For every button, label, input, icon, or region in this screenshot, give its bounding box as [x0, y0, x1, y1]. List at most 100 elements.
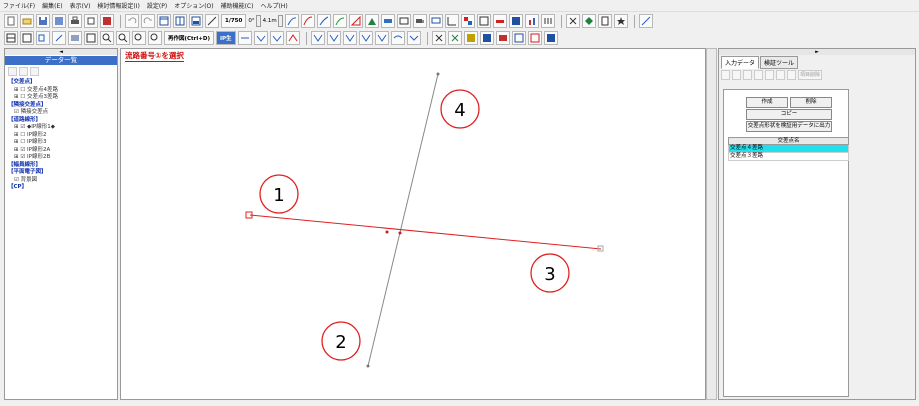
redraw-button[interactable]: 再作図(Ctrl+D): [164, 31, 214, 45]
draw-arc-red-icon[interactable]: [300, 14, 315, 28]
print-icon[interactable]: [68, 14, 82, 28]
draw-arc-green-icon[interactable]: [332, 14, 347, 28]
menu-item-7[interactable]: ヘルプ(H): [260, 1, 287, 10]
delete-button[interactable]: 削除: [790, 97, 832, 108]
split-view-icon[interactable]: [173, 14, 187, 28]
intersection-point[interactable]: [385, 230, 389, 234]
alignment-1-icon[interactable]: [310, 31, 325, 45]
tree-item[interactable]: ⊞ ☑ ◆IP線形1◆: [8, 124, 116, 132]
vehicle-icon[interactable]: [380, 14, 395, 28]
close-x-icon[interactable]: [565, 14, 580, 28]
marker-3[interactable]: 3: [530, 253, 570, 293]
menu-item-4[interactable]: 設定(P): [147, 1, 167, 10]
alignment-5-icon[interactable]: [374, 31, 389, 45]
color-icon[interactable]: [460, 14, 475, 28]
alignment-2-icon[interactable]: [326, 31, 341, 45]
diamond-icon[interactable]: [581, 14, 596, 28]
alignment-4-icon[interactable]: [358, 31, 373, 45]
table-icon[interactable]: [479, 31, 494, 45]
curve-tool-3-icon[interactable]: [285, 31, 300, 45]
bus-icon[interactable]: [428, 14, 443, 28]
print-preview-icon[interactable]: [84, 14, 98, 28]
menu-item-0[interactable]: ファイル(F): [3, 1, 35, 10]
open-icon[interactable]: [20, 14, 34, 28]
redo-icon[interactable]: [141, 14, 155, 28]
table-row[interactable]: 交差点３差路: [728, 153, 849, 161]
window-tile-icon[interactable]: [527, 31, 542, 45]
road-2-4-line[interactable]: [367, 73, 439, 367]
triangle-icon[interactable]: [348, 14, 363, 28]
alignment-3-icon[interactable]: [342, 31, 357, 45]
export-verify-button[interactable]: 交差点形状を検証用データに出力: [746, 121, 832, 132]
tree-group[interactable]: 【隣接交差点】: [8, 102, 116, 110]
panel-icon[interactable]: [508, 14, 523, 28]
measure-icon[interactable]: [205, 14, 219, 28]
photo-icon[interactable]: [68, 31, 82, 45]
tree-group[interactable]: 【道路線形】: [8, 117, 116, 125]
tree-item[interactable]: ⊞ ☑ IP線形2A: [8, 147, 116, 155]
window-icon[interactable]: [157, 14, 171, 28]
list-icon[interactable]: [511, 31, 526, 45]
menu-item-3[interactable]: 検討情報設定(I): [97, 1, 139, 10]
zoom-window-icon[interactable]: [132, 31, 146, 45]
star-icon[interactable]: [613, 14, 628, 28]
zoom-all-icon[interactable]: [148, 31, 162, 45]
tab-verify-tool[interactable]: 検証ツール: [760, 56, 799, 69]
create-button[interactable]: 作成: [746, 97, 788, 108]
scale-field[interactable]: 1/750: [221, 14, 247, 28]
marker-1[interactable]: 1: [259, 174, 299, 214]
draw-curve-icon[interactable]: [284, 14, 299, 28]
paste-icon[interactable]: [765, 70, 774, 80]
add-icon[interactable]: [8, 67, 17, 76]
chart-icon[interactable]: [444, 14, 459, 28]
angle-spinner[interactable]: 0°: [248, 14, 261, 28]
copy-icon[interactable]: [754, 70, 763, 80]
tree-group[interactable]: 【CP】: [8, 184, 116, 192]
ip-button[interactable]: IP生: [215, 31, 236, 45]
new-file-icon[interactable]: [4, 14, 18, 28]
tree-group[interactable]: 【交差点】: [8, 79, 116, 87]
marker-4[interactable]: 4: [440, 89, 480, 129]
cross-tool-icon[interactable]: [431, 31, 446, 45]
zoom-in-icon[interactable]: [100, 31, 114, 45]
undo-icon[interactable]: [125, 14, 139, 28]
grid-view-icon[interactable]: [4, 31, 18, 45]
track-icon[interactable]: [396, 14, 411, 28]
zoom-fit-icon[interactable]: [84, 31, 98, 45]
tab-input-data[interactable]: 入力データ: [721, 56, 760, 69]
align-icon[interactable]: [36, 31, 50, 45]
alignment-6-icon[interactable]: [390, 31, 405, 45]
distance-spinner[interactable]: 4.1m: [263, 14, 283, 28]
save-icon[interactable]: [36, 14, 50, 28]
tree-group[interactable]: 【幅員線形】: [8, 162, 116, 170]
zoom-out-icon[interactable]: [116, 31, 130, 45]
shape-icon[interactable]: [364, 14, 379, 28]
drawing-canvas[interactable]: 流路番号①を選択 1 2 3 4: [120, 48, 706, 400]
tree-item[interactable]: ⊞ ☐ IP線形3: [8, 139, 116, 147]
drawing-view[interactable]: 1 2 3 4: [121, 49, 705, 399]
save-as-icon[interactable]: [52, 14, 66, 28]
table-view-icon[interactable]: [20, 31, 34, 45]
tree-item[interactable]: ⊞ ☑ IP線形2B: [8, 154, 116, 162]
menu-item-1[interactable]: 編集(E): [42, 1, 62, 10]
spinner-arrows-icon[interactable]: [277, 15, 283, 27]
tools-icon[interactable]: [638, 14, 653, 28]
road-1-3-line[interactable]: [249, 214, 602, 250]
marker-2[interactable]: 2: [321, 321, 361, 361]
collapse-left-icon[interactable]: ◄: [5, 49, 117, 55]
curve-tool-2-icon[interactable]: [269, 31, 284, 45]
export-icon[interactable]: [100, 14, 114, 28]
remove-item-button[interactable]: 項目削除: [798, 70, 823, 80]
intersection-point[interactable]: [398, 231, 402, 235]
report-icon[interactable]: [597, 14, 612, 28]
tree-item[interactable]: ⊞ ☐ 交差点3差路: [8, 94, 116, 102]
road-end-point[interactable]: [436, 72, 440, 76]
insert-icon[interactable]: [776, 70, 785, 80]
tree-item[interactable]: ☑ 背景図: [8, 177, 116, 185]
cross-tool-2-icon[interactable]: [447, 31, 462, 45]
truck-icon[interactable]: [412, 14, 427, 28]
curve-tool-1-icon[interactable]: [253, 31, 268, 45]
link-icon[interactable]: [52, 31, 66, 45]
tree-item[interactable]: ⊞ ☐ 交差点4差路: [8, 87, 116, 95]
tree-item[interactable]: ☑ 隣接交差点: [8, 109, 116, 117]
